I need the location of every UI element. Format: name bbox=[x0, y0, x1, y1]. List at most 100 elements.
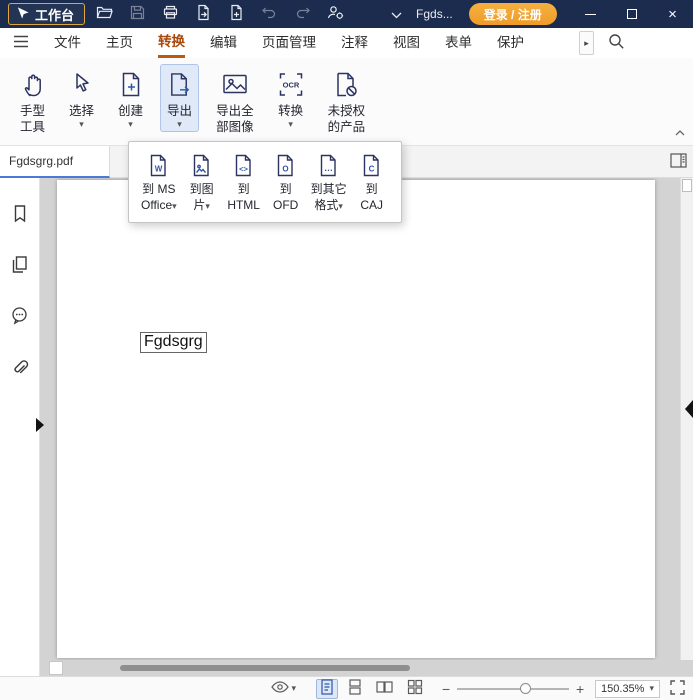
continuous-view-button[interactable] bbox=[344, 679, 366, 699]
pdf-page[interactable]: Fgdsgrg bbox=[57, 180, 655, 658]
search-button[interactable] bbox=[608, 33, 625, 53]
dropdown-caret-icon: ▾ bbox=[205, 201, 210, 211]
bookmark-icon bbox=[11, 204, 29, 226]
single-page-view-button[interactable] bbox=[316, 679, 338, 699]
ribbon-export-all-images-button[interactable]: 导出全 部图像 bbox=[209, 64, 261, 139]
dropdown-caret-icon: ▾ bbox=[292, 684, 297, 693]
panel-layout-icon bbox=[670, 153, 687, 171]
dropdown-caret-icon: ▾ bbox=[338, 201, 343, 211]
ribbon-export-all-images-label: 导出全 部图像 bbox=[216, 103, 254, 136]
zoom-out-button[interactable]: − bbox=[439, 681, 453, 697]
horizontal-scrollbar[interactable] bbox=[40, 660, 680, 676]
tab-edit[interactable]: 编辑 bbox=[210, 28, 237, 58]
export-to-caj[interactable]: C 到 CAJ bbox=[351, 149, 393, 215]
document-viewport[interactable]: Fgdsgrg bbox=[40, 178, 693, 676]
person-gear-icon bbox=[327, 4, 344, 24]
page-thumbnails-panel-button[interactable] bbox=[7, 253, 33, 279]
horizontal-scrollbar-thumb[interactable] bbox=[120, 665, 410, 671]
bookmarks-panel-button[interactable] bbox=[7, 202, 33, 228]
page-view-mode-group bbox=[310, 679, 427, 699]
grid-view-button[interactable] bbox=[403, 679, 427, 699]
minimize-button[interactable] bbox=[570, 0, 611, 28]
redo-button[interactable] bbox=[289, 3, 316, 25]
create-pdf-button[interactable] bbox=[190, 3, 217, 25]
panel-layout-button[interactable] bbox=[670, 153, 687, 171]
main-menu-button[interactable] bbox=[13, 35, 29, 51]
zoom-slider[interactable] bbox=[457, 688, 569, 690]
continuous-pages-icon bbox=[348, 679, 362, 698]
recent-files-dropdown[interactable] bbox=[383, 3, 410, 25]
pages-icon bbox=[10, 255, 29, 277]
ribbon-create-button[interactable]: 创建 ▾ bbox=[111, 64, 150, 132]
ribbon-unauthorized-products-button[interactable]: 未授权 的产品 bbox=[321, 64, 373, 139]
workspace-button[interactable]: 工作台 bbox=[8, 3, 85, 25]
export-to-image[interactable]: 到图 片▾ bbox=[181, 149, 223, 215]
ribbon-convert-label: 转换 bbox=[278, 103, 303, 119]
export-to-ms-office[interactable]: W 到 MS Office▾ bbox=[137, 149, 181, 215]
doc-image-icon bbox=[190, 151, 213, 179]
ribbon-convert-ocr-button[interactable]: OCR 转换 ▾ bbox=[271, 64, 311, 132]
print-button[interactable] bbox=[157, 3, 184, 25]
export-to-ofd[interactable]: O 到 OFD bbox=[265, 149, 307, 215]
tab-form[interactable]: 表单 bbox=[445, 28, 472, 58]
open-folder-button[interactable] bbox=[91, 3, 118, 25]
sidebar-expand-handle[interactable] bbox=[36, 418, 44, 432]
ribbon-export-button[interactable]: 导出 ▾ bbox=[160, 64, 199, 132]
svg-text:OCR: OCR bbox=[282, 80, 299, 89]
export-to-other-formats[interactable]: … 到其它 格式▾ bbox=[307, 149, 351, 215]
ribbon-hand-tool-label: 手型 工具 bbox=[20, 103, 45, 136]
new-file-button[interactable] bbox=[223, 3, 250, 25]
dropdown-caret-icon: ▾ bbox=[128, 120, 133, 129]
printer-icon bbox=[162, 4, 179, 24]
titlebar-filename: Fgds... bbox=[416, 7, 453, 21]
export-to-html-label: 到 HTML bbox=[227, 182, 260, 212]
vertical-scrollbar-thumb[interactable] bbox=[682, 179, 692, 192]
ribbon-hand-tool-button[interactable]: 手型 工具 bbox=[13, 64, 52, 139]
ribbon-convert: 手型 工具 选择 ▾ 创建 ▾ 导出 ▾ 导 bbox=[0, 58, 693, 146]
expand-icon bbox=[670, 680, 685, 698]
tab-page-management[interactable]: 页面管理 bbox=[262, 28, 316, 58]
doc-other-formats-icon: … bbox=[317, 151, 340, 179]
export-images-icon bbox=[222, 68, 248, 100]
vertical-scrollbar[interactable] bbox=[680, 178, 693, 660]
maximize-button[interactable] bbox=[611, 0, 652, 28]
scrollbar-corner bbox=[49, 661, 63, 675]
paperclip-icon bbox=[10, 357, 29, 379]
page-text-object[interactable]: Fgdsgrg bbox=[140, 332, 207, 353]
page-arrow-icon bbox=[195, 4, 212, 24]
ribbon-collapse-button[interactable] bbox=[675, 124, 685, 139]
tab-overflow-button[interactable]: ▸ bbox=[579, 31, 594, 55]
document-tab[interactable]: Fgdsgrg.pdf bbox=[0, 146, 110, 178]
account-settings-button[interactable] bbox=[322, 3, 349, 25]
save-icon bbox=[129, 4, 146, 24]
tab-convert[interactable]: 转换 bbox=[158, 28, 185, 58]
ribbon-select-button[interactable]: 选择 ▾ bbox=[62, 64, 101, 132]
login-register-button[interactable]: 登录 / 注册 bbox=[469, 3, 557, 25]
redo-icon bbox=[294, 4, 311, 24]
view-settings-button[interactable]: ▾ bbox=[267, 679, 301, 699]
export-to-image-label: 到图 片 bbox=[190, 182, 214, 212]
close-button[interactable]: × bbox=[652, 0, 693, 28]
tab-view[interactable]: 视图 bbox=[393, 28, 420, 58]
fit-screen-button[interactable] bbox=[670, 680, 685, 698]
export-to-html[interactable]: <> 到 HTML bbox=[223, 149, 265, 215]
menubar: 文件 主页 转换 编辑 页面管理 注释 视图 表单 保护 ▸ bbox=[0, 28, 693, 58]
save-button[interactable] bbox=[124, 3, 151, 25]
zoom-in-button[interactable]: + bbox=[573, 681, 587, 697]
tab-comment[interactable]: 注释 bbox=[341, 28, 368, 58]
comments-panel-button[interactable] bbox=[7, 304, 33, 330]
right-panel-expand-handle[interactable] bbox=[685, 400, 693, 418]
tab-home[interactable]: 主页 bbox=[106, 28, 133, 58]
select-cursor-icon bbox=[71, 68, 93, 100]
tab-file[interactable]: 文件 bbox=[54, 28, 81, 58]
dropdown-caret-icon: ▾ bbox=[177, 120, 182, 129]
export-to-ofd-label: 到 OFD bbox=[273, 182, 298, 212]
undo-button[interactable] bbox=[256, 3, 283, 25]
minimize-icon bbox=[585, 14, 596, 15]
zoom-level-dropdown[interactable]: 150.35% ▾ bbox=[595, 680, 660, 698]
attachments-panel-button[interactable] bbox=[7, 355, 33, 381]
facing-pages-view-button[interactable] bbox=[372, 679, 397, 699]
single-page-icon bbox=[320, 679, 334, 698]
tab-protect[interactable]: 保护 bbox=[497, 28, 524, 58]
zoom-slider-thumb[interactable] bbox=[520, 683, 531, 694]
